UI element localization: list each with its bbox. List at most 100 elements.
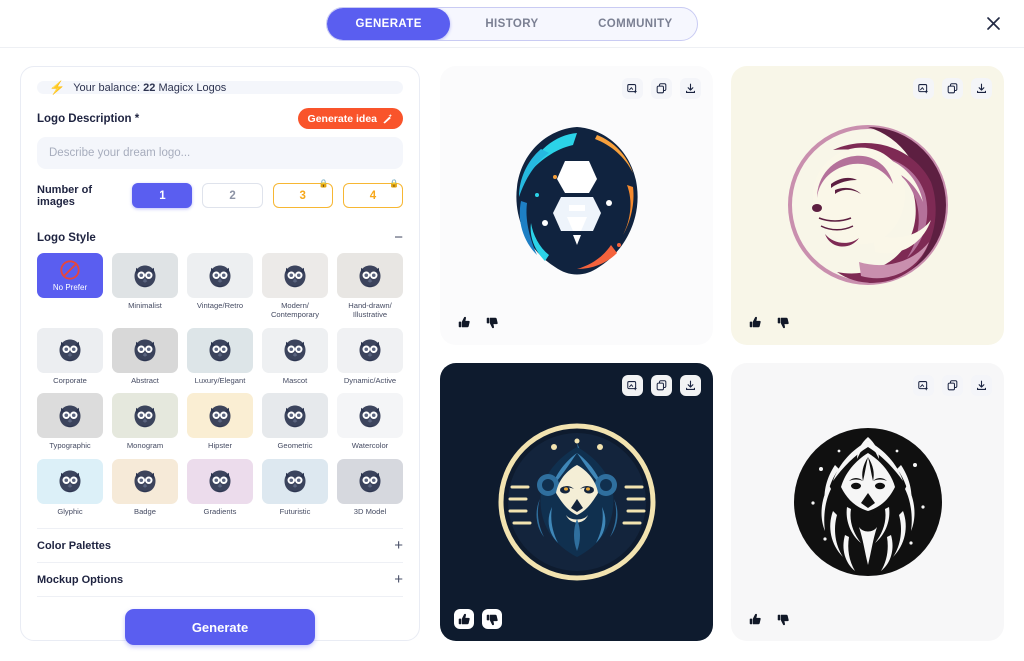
style-tile-label: Hand-drawn/Illustrative <box>348 301 392 320</box>
download-icon <box>977 380 986 390</box>
copy-button[interactable] <box>942 374 963 396</box>
tab-generate-label: GENERATE <box>355 17 422 30</box>
balance-text: Your balance: 22 Magicx Logos <box>73 82 226 94</box>
style-tile-label: No Prefer <box>52 283 88 292</box>
style-tile-abstract[interactable]: Abstract <box>112 327 178 385</box>
result-card-colorful-lion[interactable] <box>440 66 713 345</box>
result-card-monochrome-lion[interactable] <box>731 362 1004 642</box>
vote-buttons <box>745 609 793 629</box>
expand-plus-icon[interactable]: + <box>394 572 403 587</box>
style-tile-label: Abstract <box>131 375 159 385</box>
style-tile-3d-model[interactable]: 3D Model <box>337 458 403 516</box>
style-tile-typographic[interactable]: Typographic <box>37 393 103 450</box>
image-variations-button[interactable] <box>913 78 934 99</box>
number-option-1[interactable]: 1 <box>132 183 193 208</box>
thumbs-up-button[interactable] <box>745 609 765 629</box>
download-button[interactable] <box>680 78 701 99</box>
results-grid <box>440 66 1004 641</box>
thumbs-down-button[interactable] <box>773 609 793 629</box>
magic-wand-icon <box>383 113 393 124</box>
style-thumbnail <box>37 393 103 439</box>
thumbs-down-icon <box>777 614 789 625</box>
monochrome-lion-logo-art <box>731 363 1004 642</box>
download-button[interactable] <box>680 374 701 396</box>
number-option-2[interactable]: 2 <box>202 183 263 208</box>
number-option-4[interactable]: 4 🔒 <box>342 180 403 208</box>
style-thumbnail <box>337 458 403 504</box>
style-thumbnail <box>112 393 178 439</box>
image-variations-button[interactable] <box>622 374 643 396</box>
thumbs-down-icon <box>486 317 498 329</box>
result-card-blue-gold-lion[interactable] <box>440 362 713 642</box>
style-tile-modern-contemporary[interactable]: Modern/Contemporary <box>262 253 328 320</box>
thumbs-down-button[interactable] <box>482 313 502 333</box>
image-variations-icon <box>627 380 638 391</box>
style-tile-hipster[interactable]: Hipster <box>187 393 253 450</box>
close-button[interactable] <box>980 11 1006 37</box>
thumbs-down-button[interactable] <box>773 313 793 333</box>
tab-generate[interactable]: GENERATE <box>327 7 451 40</box>
card-actions <box>622 374 701 396</box>
style-tile-luxury-elegant[interactable]: Luxury/Elegant <box>187 327 253 385</box>
style-tile-mascot[interactable]: Mascot <box>262 327 328 385</box>
tab-community[interactable]: COMMUNITY <box>574 8 697 40</box>
style-tile-vintage-retro[interactable]: Vintage/Retro <box>187 253 253 320</box>
balance-suffix: Magicx Logos <box>158 81 227 94</box>
style-tile-label: Monogram <box>126 441 164 451</box>
image-variations-button[interactable] <box>622 78 643 99</box>
no-preference-icon <box>60 260 80 280</box>
number-option-4-value: 4 <box>369 189 377 202</box>
card-actions <box>622 78 701 99</box>
logo-description-placeholder: Describe your dream logo... <box>49 147 191 159</box>
collapse-minus-icon[interactable]: − <box>394 230 403 245</box>
style-tile-label: Geometric <box>277 441 313 451</box>
blue-gold-lion-logo-art <box>440 363 713 642</box>
result-card-purple-lion[interactable] <box>731 66 1004 345</box>
number-option-3[interactable]: 3 🔒 <box>272 180 333 208</box>
copy-button[interactable] <box>651 78 672 99</box>
style-thumbnail <box>262 253 328 298</box>
accordion-mockup-options[interactable]: Mockup Options + <box>37 562 403 596</box>
style-tile-glyphic[interactable]: Glyphic <box>37 458 103 516</box>
style-tile-gradients[interactable]: Gradients <box>187 458 253 516</box>
copy-button[interactable] <box>651 374 672 396</box>
logo-style-header[interactable]: Logo Style − <box>37 220 403 253</box>
style-tile-futuristic[interactable]: Futuristic <box>262 458 328 516</box>
style-tile-label: Mascot <box>282 375 308 385</box>
style-tile-minimalist[interactable]: Minimalist <box>112 253 178 320</box>
logo-description-input[interactable]: Describe your dream logo... <box>37 137 403 169</box>
style-thumbnail <box>187 253 253 298</box>
generate-button[interactable]: Generate <box>125 609 315 646</box>
style-tile-geometric[interactable]: Geometric <box>262 393 328 450</box>
vote-buttons <box>454 313 502 333</box>
download-button[interactable] <box>971 374 992 396</box>
style-tile-badge[interactable]: Badge <box>112 458 178 516</box>
tab-history[interactable]: HISTORY <box>450 8 573 40</box>
style-tile-dynamic-active[interactable]: Dynamic/Active <box>337 327 403 385</box>
thumbs-up-button[interactable] <box>454 313 474 333</box>
style-tile-corporate[interactable]: Corporate <box>37 327 103 385</box>
style-thumbnail <box>112 458 178 504</box>
thumbs-down-button[interactable] <box>482 609 502 629</box>
expand-plus-icon[interactable]: + <box>394 538 403 553</box>
style-tile-hand-drawn-illustrative[interactable]: Hand-drawn/Illustrative <box>337 253 403 320</box>
style-thumbnail <box>337 393 403 439</box>
download-button[interactable] <box>971 78 992 99</box>
style-tile-monogram[interactable]: Monogram <box>112 393 178 450</box>
thumbs-up-button[interactable] <box>745 313 765 333</box>
copy-icon <box>947 379 958 390</box>
copy-button[interactable] <box>942 78 963 99</box>
style-tile-watercolor[interactable]: Watercolor <box>337 393 403 450</box>
accordion-color-palettes[interactable]: Color Palettes + <box>37 528 403 562</box>
thumbs-up-button[interactable] <box>454 609 474 629</box>
thumbs-up-icon <box>749 316 761 328</box>
style-tile-no-prefer[interactable]: No PreferNo Prefer <box>37 253 103 320</box>
generate-idea-button[interactable]: Generate idea <box>297 108 403 129</box>
style-tile-label: Hipster <box>207 441 233 451</box>
image-variations-button[interactable] <box>913 374 934 396</box>
style-tile-label: Badge <box>134 506 156 516</box>
style-tile-label: Vintage/Retro <box>196 301 244 310</box>
style-tile-label: Corporate <box>53 375 87 385</box>
close-icon <box>986 17 1000 30</box>
style-thumbnail <box>112 253 178 298</box>
